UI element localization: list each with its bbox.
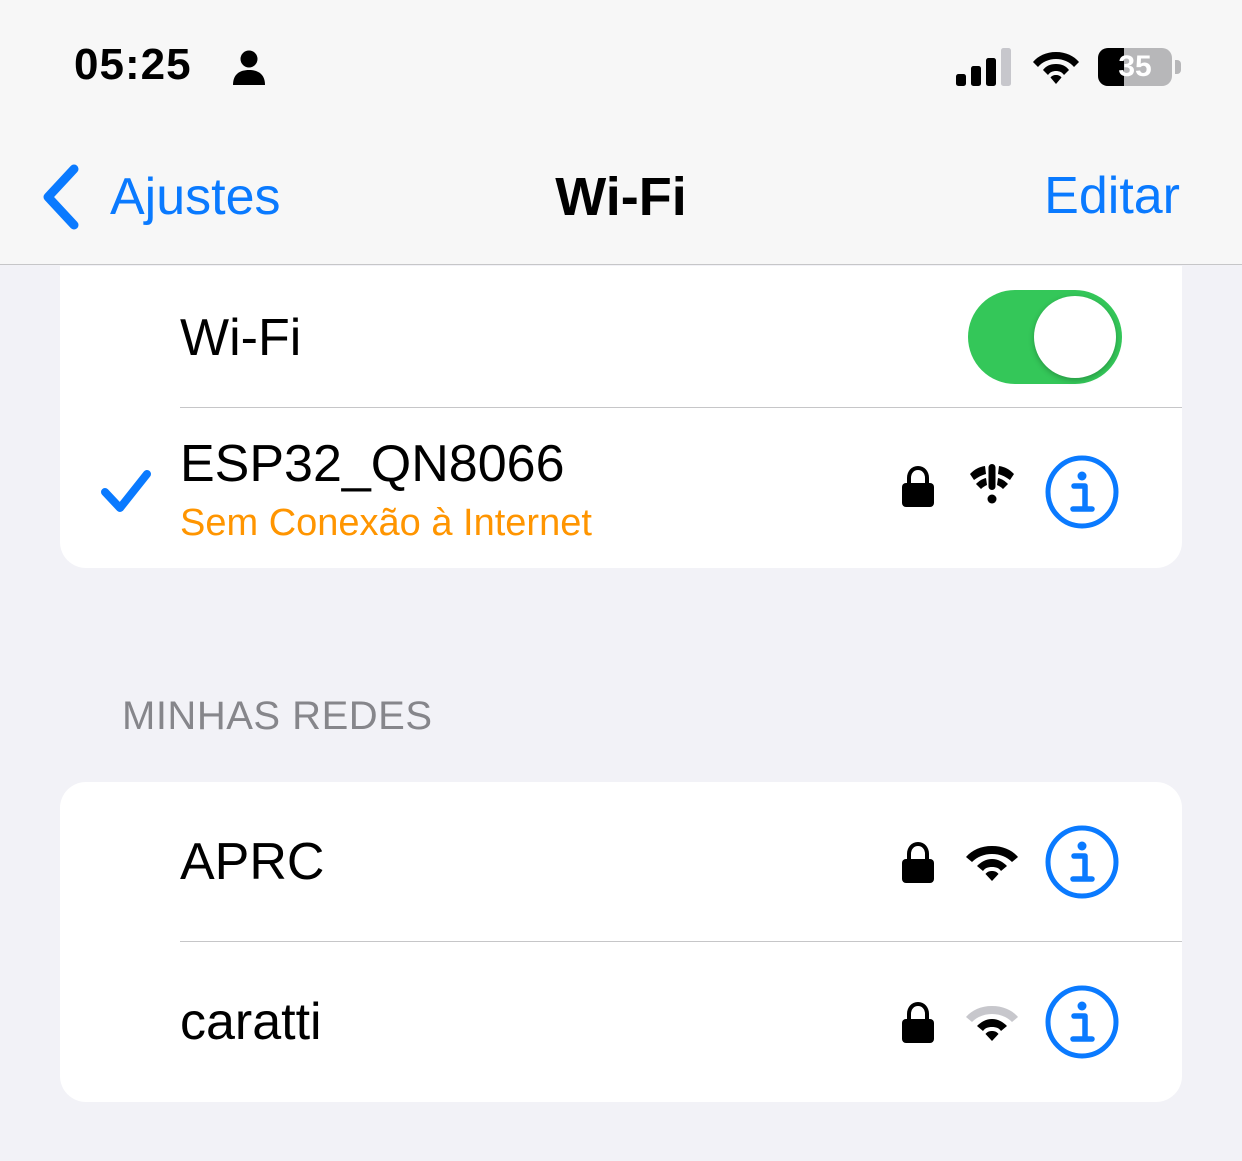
wifi-toggle-label: Wi-Fi: [180, 309, 302, 367]
status-time: 05:25: [74, 40, 192, 89]
network-name: caratti: [180, 993, 322, 1051]
section-header-my-networks: MINHAS REDES: [122, 694, 433, 738]
wifi-icon: [1033, 52, 1079, 84]
wifi-toggle-row: Wi-Fi: [60, 266, 1182, 407]
checkmark-icon: [101, 470, 151, 512]
person-icon: [233, 50, 265, 85]
info-button[interactable]: [1044, 454, 1120, 530]
wifi-icon: [966, 1006, 1018, 1041]
wifi-settings-screen: 05:25 35 Ajustes Wi-Fi Editar Wi-Fi ESP3…: [0, 0, 1242, 1161]
navigation-bar: Ajustes Wi-Fi Editar: [0, 140, 1242, 265]
wifi-exclamation-icon: [970, 464, 1014, 504]
toggle-knob: [1034, 296, 1116, 378]
network-name: APRC: [180, 833, 325, 891]
current-network-status: Sem Conexão à Internet: [180, 502, 592, 544]
lock-icon: [902, 1002, 934, 1043]
wifi-icon: [966, 846, 1018, 881]
network-row[interactable]: APRC: [60, 782, 1182, 941]
info-button[interactable]: [1044, 984, 1120, 1060]
current-network-name: ESP32_QN8066: [180, 435, 565, 493]
lock-icon: [902, 466, 934, 507]
wifi-toggle-switch[interactable]: [968, 290, 1122, 384]
network-row[interactable]: caratti: [60, 942, 1182, 1102]
my-networks-card: APRC caratti: [60, 782, 1182, 1102]
info-button[interactable]: [1044, 824, 1120, 900]
current-network-row[interactable]: ESP32_QN8066 Sem Conexão à Internet: [60, 408, 1182, 568]
cellular-signal-icon: [956, 48, 1011, 86]
battery-percent: 35: [1118, 50, 1152, 83]
wifi-card: Wi-Fi ESP32_QN8066 Sem Conexão à Interne…: [60, 266, 1182, 568]
lock-icon: [902, 842, 934, 883]
battery-icon: 35: [1098, 48, 1182, 88]
edit-button[interactable]: Editar: [1044, 166, 1180, 226]
status-bar: 05:25 35: [0, 0, 1242, 140]
